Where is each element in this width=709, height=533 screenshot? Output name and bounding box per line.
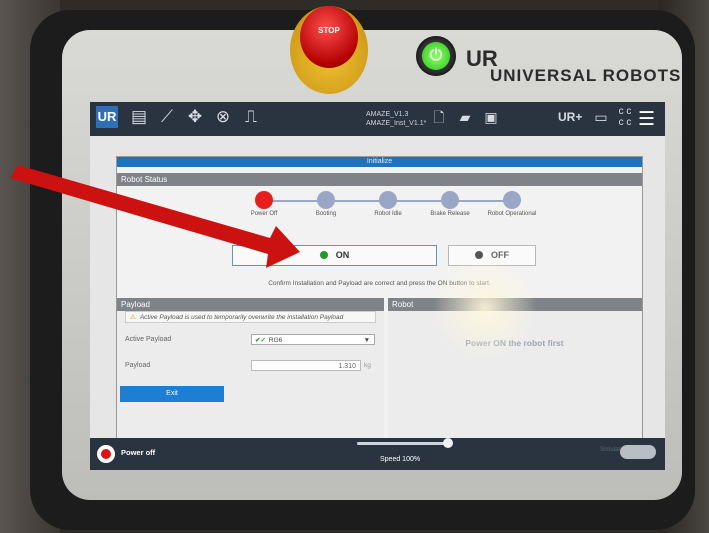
header-bar: UR ▤ ⟋ ✥ ⊗ ⎍ AMAZE_V1.3 AMAZE_Inst_V1.1*… — [90, 102, 665, 136]
chevron-down-icon: ▼ — [363, 337, 370, 344]
step-brake-release: Brake Release — [420, 191, 480, 218]
manual-mode-icon[interactable]: ▭ — [590, 106, 612, 128]
payload-warning: ⚠ Active Payload is used to temporarily o… — [125, 311, 376, 323]
emergency-stop-label: STOP — [318, 26, 340, 35]
payload-unit: kg — [364, 362, 371, 369]
save-icon[interactable]: ▣ — [480, 106, 502, 128]
on-led-icon — [319, 251, 328, 259]
new-icon[interactable]: 🗋 — [428, 106, 450, 128]
active-payload-value: RG6 — [268, 337, 283, 344]
step-indicator — [441, 191, 459, 209]
hamburger-menu-icon[interactable]: ☰ — [638, 108, 655, 131]
step-label: Brake Release — [430, 211, 470, 217]
program-icon[interactable]: ▤ — [128, 106, 150, 128]
step-label: Robot Idle — [374, 211, 402, 217]
screen-glare — [430, 258, 540, 358]
on-button-label: ON — [335, 250, 350, 260]
open-icon[interactable]: ▰ — [454, 106, 476, 128]
warning-icon: ⚠ — [130, 314, 136, 321]
simulation-toggle[interactable] — [620, 445, 656, 459]
io-icon[interactable]: ⊗ — [212, 106, 234, 128]
active-payload-label: Active Payload — [125, 336, 172, 343]
footer-bar: Power off Speed 100% Simulation — [90, 438, 665, 470]
speed-slider[interactable] — [357, 442, 449, 445]
power-off-icon[interactable] — [97, 445, 115, 463]
payload-input[interactable]: 1.310 — [251, 360, 361, 371]
urplus-icon[interactable]: UR+ — [558, 106, 582, 128]
power-on-button[interactable]: ON — [232, 245, 437, 266]
exit-button[interactable]: Exit — [120, 386, 224, 402]
step-indicator — [255, 191, 273, 209]
file-info: AMAZE_V1.3 AMAZE_Inst_V1.1* — [366, 110, 426, 128]
touch-screen: UR ▤ ⟋ ✥ ⊗ ⎍ AMAZE_V1.3 AMAZE_Inst_V1.1*… — [90, 102, 665, 470]
hardware-power-button[interactable]: ⏻ — [416, 36, 456, 76]
log-icon[interactable]: ⎍ — [240, 106, 262, 128]
move-icon[interactable]: ✥ — [184, 106, 206, 128]
installation-icon[interactable]: ⟋ — [156, 106, 178, 128]
payload-header: Payload — [117, 298, 384, 311]
power-off-label[interactable]: Power off — [121, 448, 155, 457]
power-icon: ⏻ — [422, 42, 450, 70]
step-label: Robot Operational — [487, 211, 537, 217]
step-indicator — [379, 191, 397, 209]
ur-logo-icon[interactable]: UR — [96, 106, 118, 128]
step-indicator — [317, 191, 335, 209]
emergency-stop-button[interactable] — [300, 6, 358, 68]
step-booting: Booting — [296, 191, 356, 218]
cc-icon[interactable]: c cc c — [614, 106, 636, 128]
payload-panel: Payload ⚠ Active Payload is used to tempo… — [117, 298, 384, 442]
payload-label: Payload — [125, 362, 151, 369]
initialize-dialog: Initialize Robot Status Power Off Bootin… — [116, 156, 643, 443]
payload-warning-text: Active Payload is used to temporarily ov… — [139, 314, 344, 321]
program-name: AMAZE_V1.3 — [366, 111, 409, 118]
step-label: Power Off — [250, 211, 278, 217]
speed-slider-handle[interactable] — [443, 438, 453, 448]
check-icon: ✔✓ — [255, 337, 266, 344]
step-power-off: Power Off — [234, 191, 294, 218]
step-indicator — [503, 191, 521, 209]
step-robot-idle: Robot Idle — [358, 191, 418, 218]
installation-name: AMAZE_Inst_V1.1* — [366, 120, 427, 127]
robot-status-header: Robot Status — [117, 173, 642, 186]
active-payload-select[interactable]: ✔✓ RG6 ▼ — [251, 334, 375, 345]
step-label: Booting — [315, 211, 337, 217]
confirm-instructions: Confirm Installation and Payload are cor… — [268, 280, 491, 287]
step-robot-operational: Robot Operational — [482, 191, 542, 218]
brand-text: UNIVERSAL ROBOTS — [490, 66, 682, 85]
speed-label: Speed 100% — [380, 456, 421, 463]
dialog-title: Initialize — [117, 157, 642, 167]
